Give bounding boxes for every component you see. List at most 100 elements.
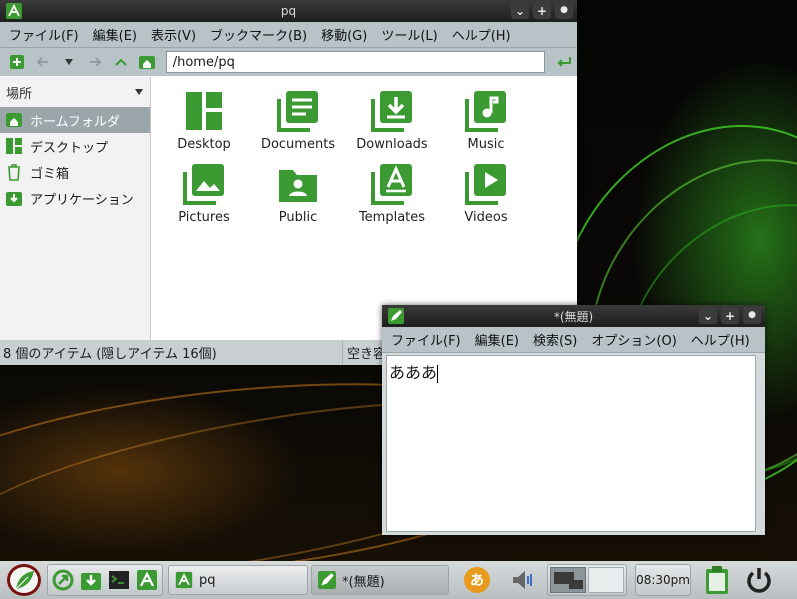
close-button[interactable]: ● [743,307,761,324]
home-icon [4,110,24,130]
file-manager-icon [175,571,193,589]
history-dropdown-button[interactable] [56,50,82,74]
close-button[interactable]: ● [555,2,573,19]
power-button[interactable] [743,564,775,596]
text-editor-icon [318,571,336,589]
menu-tools[interactable]: ツール(L) [374,25,444,44]
up-button[interactable] [108,50,134,74]
place-label: ゴミ箱 [30,166,70,182]
folder-music[interactable]: Music [439,89,533,152]
workspace-1[interactable] [550,567,586,593]
music-folder-icon [465,91,506,132]
arrow-left-icon [36,57,48,67]
chevron-up-icon [115,58,127,66]
path-input[interactable]: /home/pq [165,51,546,73]
editor-menubar: ファイル(F) 編集(E) 検索(S) オプション(O) ヘルプ(H) [382,327,765,353]
applications-icon [4,188,24,208]
back-button[interactable] [30,50,56,74]
ime-badge: あ [464,567,490,593]
place-applications[interactable]: アプリケーション [0,185,150,211]
shade-button[interactable]: ⌄ [511,2,529,19]
item-count-status: 8 個のアイテム (隠しアイテム 16個) [3,347,217,362]
forward-button[interactable] [82,50,108,74]
task-file-manager[interactable]: pq [168,565,308,595]
clipboard-icon [706,566,728,594]
file-view: Desktop Documents Downloads Music Pictur… [152,77,577,340]
menu-options[interactable]: オプション(O) [584,330,683,349]
folder-videos[interactable]: Videos [439,162,533,225]
new-tab-button[interactable] [4,50,30,74]
leaf-logo-icon [7,564,41,596]
menu-bookmarks[interactable]: ブックマーク(B) [203,25,314,44]
place-label: アプリケーション [30,192,134,208]
clock[interactable]: 08:30pm [635,564,691,596]
toolbar: /home/pq [0,48,577,76]
launcher-file-manager-button[interactable] [135,568,159,592]
places-header-label: 場所 [6,86,33,102]
launcher-refresh-button[interactable] [51,568,75,592]
menu-view[interactable]: 表示(V) [144,25,203,44]
folder-public[interactable]: Public [251,162,345,225]
menu-edit[interactable]: 編集(E) [86,25,144,44]
workspace-window-thumb [569,580,583,589]
folder-documents[interactable]: Documents [251,89,345,152]
path-text: /home/pq [172,54,235,70]
text-editor-window: *(無題) ⌄ + ● ファイル(F) 編集(E) 検索(S) オプション(O)… [382,305,765,535]
arrow-right-icon [89,57,102,67]
taskbar: pq *(無題) あ 08:30pm [0,561,797,599]
menu-search[interactable]: 検索(S) [526,330,584,349]
workspace-2[interactable] [588,567,624,593]
start-menu-button[interactable] [4,562,44,598]
folder-downloads[interactable]: Downloads [345,89,439,152]
menubar: ファイル(F) 編集(E) 表示(V) ブックマーク(B) 移動(G) ツール(… [0,22,577,48]
places-sidebar: 場所 ホームフォルダ デスクトップ ゴミ箱 アプリケーション [0,77,151,340]
menu-help[interactable]: ヘルプ(H) [445,25,518,44]
folder-label: Downloads [356,137,428,152]
folder-pictures[interactable]: Pictures [157,162,251,225]
launcher-downloads-button[interactable] [79,568,103,592]
refresh-icon [52,569,74,591]
file-manager-icon [137,570,157,590]
folder-label: Templates [358,210,426,225]
text-caret [437,364,439,383]
menu-go[interactable]: 移動(G) [314,25,374,44]
videos-folder-icon [465,164,506,205]
place-desktop[interactable]: デスクトップ [0,133,150,159]
place-label: ホームフォルダ [30,114,120,130]
templates-folder-icon [371,164,412,205]
ime-indicator[interactable]: あ [463,566,491,594]
clipboard-button[interactable] [701,566,733,594]
editor-text-area[interactable]: あああ [386,355,756,532]
go-button[interactable] [551,50,577,74]
desktop-icon [4,136,24,156]
pictures-folder-icon [183,164,224,205]
place-trash[interactable]: ゴミ箱 [0,159,150,185]
power-icon [747,568,771,593]
menu-help[interactable]: ヘルプ(H) [684,330,757,349]
launcher-terminal-button[interactable] [107,568,131,592]
editor-titlebar[interactable]: *(無題) ⌄ + ● [382,305,765,327]
folder-label: Pictures [178,210,230,225]
folder-desktop[interactable]: Desktop [157,89,251,152]
folder-label: Desktop [177,137,231,152]
maximize-button[interactable]: + [533,2,551,19]
places-header[interactable]: 場所 [0,77,150,107]
plus-icon [9,55,24,69]
home-button[interactable] [134,50,160,74]
menu-file[interactable]: ファイル(F) [2,25,86,44]
public-folder-icon [279,170,317,202]
clock-time: 08:30pm [636,573,690,587]
volume-control[interactable] [509,568,541,592]
shade-button[interactable]: ⌄ [699,307,717,324]
file-manager-titlebar[interactable]: pq ⌄ + ● [0,0,577,22]
workspace-pager [547,564,627,596]
maximize-button[interactable]: + [721,307,739,324]
task-label: pq [199,572,216,588]
place-label: デスクトップ [30,140,109,156]
menu-edit[interactable]: 編集(E) [468,330,526,349]
window-title: pq [280,4,297,18]
menu-file[interactable]: ファイル(F) [384,330,468,349]
task-text-editor[interactable]: *(無題) [311,565,449,595]
place-home[interactable]: ホームフォルダ [0,107,150,133]
folder-templates[interactable]: Templates [345,162,439,225]
